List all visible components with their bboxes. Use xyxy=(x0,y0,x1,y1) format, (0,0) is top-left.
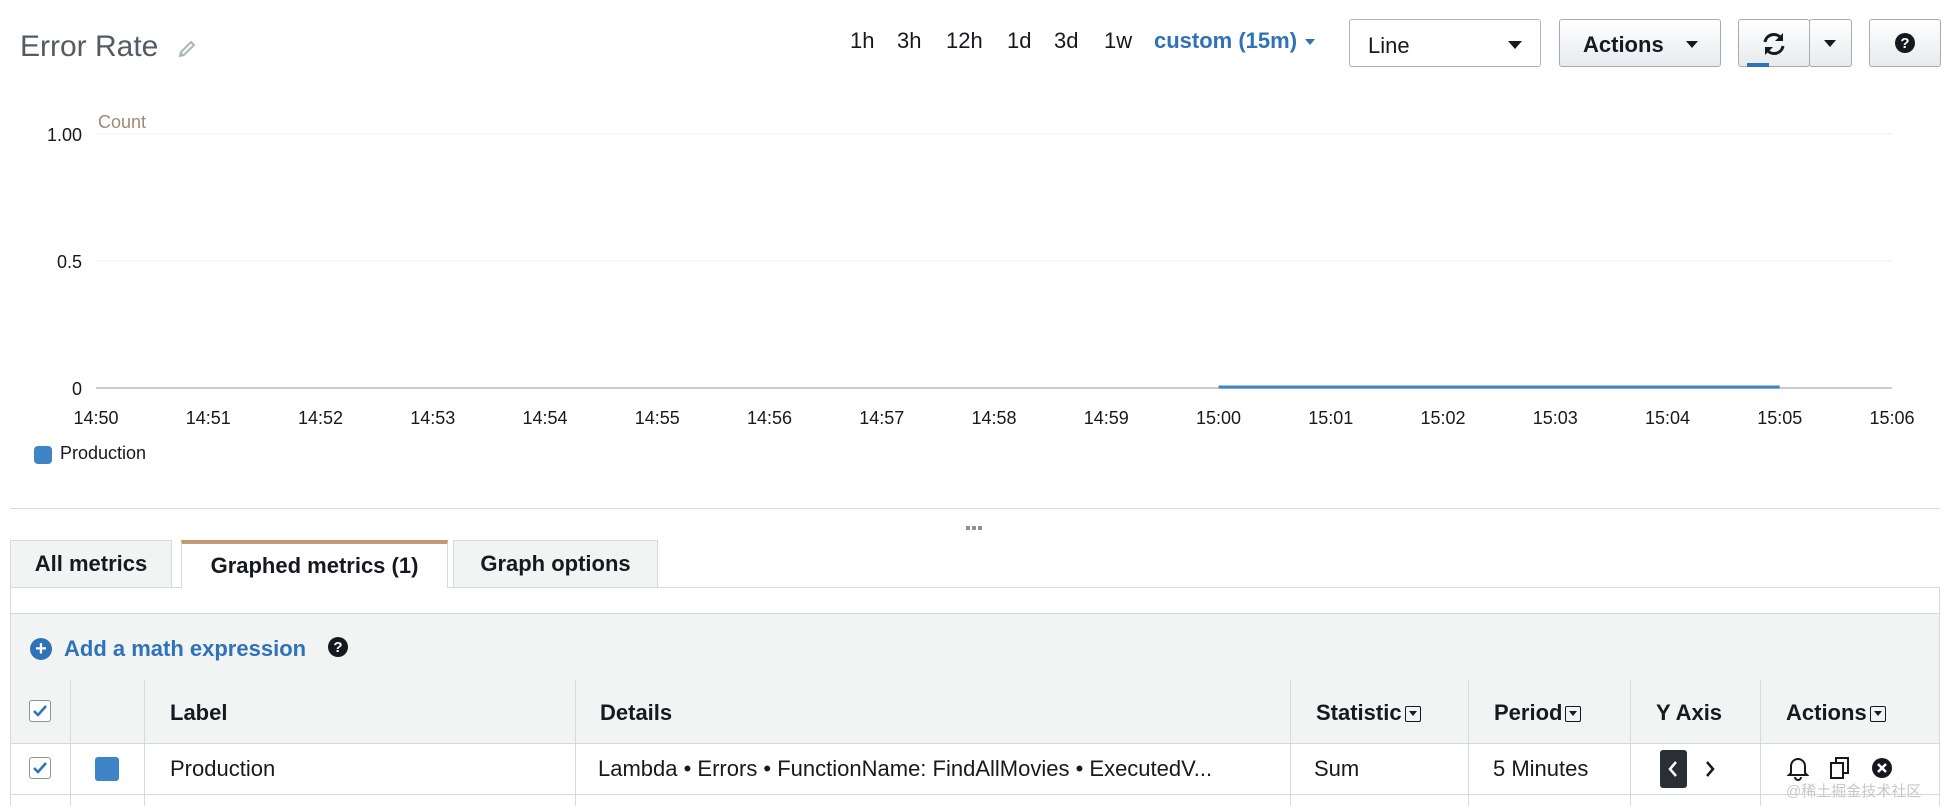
column-header-label[interactable]: Label xyxy=(170,700,227,726)
metrics-table-header xyxy=(11,680,1939,744)
select-all-checkbox[interactable] xyxy=(29,700,51,722)
checkmark-icon xyxy=(33,762,47,774)
sort-dropdown-icon[interactable] xyxy=(1869,706,1886,723)
x-tick-label: 15:00 xyxy=(1196,408,1241,428)
y-tick-label: 1.00 xyxy=(47,125,82,145)
x-tick-label: 14:58 xyxy=(971,408,1016,428)
x-tick-label: 14:50 xyxy=(73,408,118,428)
x-tick-label: 15:01 xyxy=(1308,408,1353,428)
panel-divider xyxy=(10,508,1940,509)
sort-dropdown-icon[interactable] xyxy=(1404,706,1421,723)
statistic-header-text: Statistic xyxy=(1316,700,1402,725)
bell-icon[interactable] xyxy=(1785,754,1811,782)
y-tick-label: 0 xyxy=(72,379,82,399)
row-label[interactable]: Production xyxy=(170,756,275,782)
x-tick-label: 14:55 xyxy=(635,408,680,428)
y-tick-label: 0.5 xyxy=(57,252,82,272)
legend-label[interactable]: Production xyxy=(60,443,146,464)
tab-graph-options[interactable]: Graph options xyxy=(453,540,658,587)
column-header-details[interactable]: Details xyxy=(600,700,672,726)
x-tick-label: 14:53 xyxy=(410,408,455,428)
checkmark-icon xyxy=(33,705,47,717)
column-header-actions[interactable]: Actions xyxy=(1786,700,1886,726)
x-tick-label: 14:56 xyxy=(747,408,792,428)
y-axis-left-button[interactable] xyxy=(1660,750,1687,788)
x-tick-label: 14:54 xyxy=(522,408,567,428)
row-checkbox[interactable] xyxy=(29,757,51,779)
chevron-left-icon xyxy=(1668,761,1677,777)
row-statistic[interactable]: Sum xyxy=(1314,756,1359,782)
legend-swatch[interactable] xyxy=(34,446,52,464)
row-details: Lambda • Errors • FunctionName: FindAllM… xyxy=(598,756,1213,781)
column-header-period[interactable]: Period xyxy=(1494,700,1582,726)
column-header-y-axis: Y Axis xyxy=(1656,700,1723,725)
chevron-right-icon[interactable] xyxy=(1700,756,1720,782)
x-tick-label: 14:57 xyxy=(859,408,904,428)
line-chart: 1.00 0.5 0 14:50 14:51 14:52 14:53 14:54 14:55 14… xyxy=(47,112,1915,428)
sort-dropdown-icon[interactable] xyxy=(1565,706,1582,723)
x-tick-label: 15:05 xyxy=(1757,408,1802,428)
tab-all-metrics[interactable]: All metrics xyxy=(10,540,172,587)
actions-header-text: Actions xyxy=(1786,700,1867,725)
svg-text:?: ? xyxy=(333,639,342,656)
help-icon[interactable]: ? xyxy=(326,635,350,659)
series-color-swatch[interactable] xyxy=(95,757,119,781)
x-tick-label: 14:52 xyxy=(298,408,343,428)
add-math-expression-label: Add a math expression xyxy=(64,636,307,661)
column-header-statistic[interactable]: Statistic xyxy=(1316,700,1421,726)
x-tick-label: 15:02 xyxy=(1420,408,1465,428)
resize-handle[interactable] xyxy=(966,517,984,530)
tab-graphed-metrics[interactable]: Graphed metrics (1) xyxy=(181,540,448,588)
x-tick-label: 15:04 xyxy=(1645,408,1690,428)
duplicate-icon[interactable] xyxy=(1827,754,1853,782)
plus-circle-icon: + xyxy=(30,638,52,660)
x-tick-label: 14:51 xyxy=(186,408,231,428)
x-tick-label: 15:06 xyxy=(1869,408,1914,428)
remove-icon[interactable] xyxy=(1870,756,1894,780)
row-period[interactable]: 5 Minutes xyxy=(1493,756,1588,782)
add-math-expression-link[interactable]: + Add a math expression xyxy=(30,636,306,662)
watermark: @稀土掘金技术社区 xyxy=(1786,783,1922,800)
x-tick-label: 14:59 xyxy=(1084,408,1129,428)
x-tick-label: 15:03 xyxy=(1533,408,1578,428)
period-header-text: Period xyxy=(1494,700,1563,725)
y-axis-label: Count xyxy=(98,112,146,132)
